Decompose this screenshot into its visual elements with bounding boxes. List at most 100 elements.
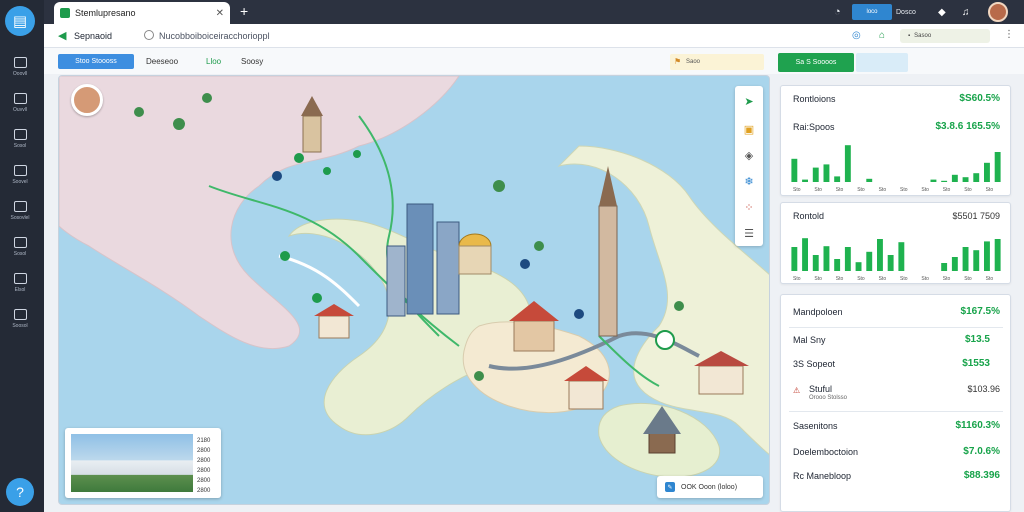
chart-bar <box>812 255 819 271</box>
chart-bar <box>834 176 841 182</box>
tab-title: Stemlupresano <box>75 8 136 18</box>
car-icon <box>13 165 27 176</box>
chart-bar <box>866 178 873 182</box>
chart-bar <box>951 174 958 182</box>
more-icon[interactable]: ⋮ <box>1004 29 1014 40</box>
card3-row-value: $103.96 <box>967 384 1000 394</box>
thumb-numbers: 2180 2800 2800 2800 2800 2800 <box>197 436 210 496</box>
diamond-icon[interactable]: ◆ <box>938 4 946 20</box>
rail-item-7[interactable]: Elsol <box>0 268 40 298</box>
grid-icon <box>13 57 27 68</box>
filter-button[interactable]: Stoo Stoooss <box>58 54 134 69</box>
chart-bar <box>984 162 990 182</box>
clock-icon[interactable]: ◔ <box>834 4 841 20</box>
address-pill[interactable]: ▪ Sasoo <box>900 29 990 43</box>
bell-icon[interactable]: ♫ <box>962 4 970 20</box>
map-legend[interactable]: ✎ OOK Ooon (loloo) <box>657 476 763 498</box>
status-pill[interactable]: loco <box>852 4 892 20</box>
card3-row-value: $167.5% <box>960 306 1000 317</box>
chart-tick-label: Sto <box>921 276 929 281</box>
place-photo <box>71 434 193 492</box>
user-avatar[interactable] <box>988 2 1008 22</box>
back-arrow-icon[interactable]: ◀ <box>58 29 66 42</box>
tower-1 <box>406 203 434 315</box>
breadcrumb-3[interactable]: Soosy <box>241 57 263 66</box>
card3-row-label: Sasenitons <box>793 421 838 431</box>
map-marker-9 <box>323 167 331 175</box>
home-icon[interactable]: ⌂ <box>879 30 885 41</box>
thumb-number: 2800 <box>197 488 211 494</box>
card1-row1-value: $S60.5% <box>959 93 1000 104</box>
address-bar: ◀ Sepnaoid Nucobboiboiceiracchorioppl ◎ … <box>44 24 1024 48</box>
map-marker-6 <box>574 309 584 319</box>
card3-row-value: $7.0.6% <box>963 446 1000 457</box>
rail-item-8[interactable]: Soosol <box>0 304 40 334</box>
building-north <box>302 115 322 153</box>
rail-item-3[interactable]: Sosol <box>0 124 40 154</box>
tree-5 <box>534 241 544 251</box>
chart-bar <box>994 239 1001 271</box>
rail-item-1[interactable]: Ooovll <box>0 52 40 82</box>
legend-icon: ✎ <box>665 482 675 492</box>
rail-item-6[interactable]: Sosol <box>0 232 40 262</box>
locate-icon[interactable]: ➤ <box>735 88 763 114</box>
card1-row1-label: Rontloions <box>793 94 836 104</box>
new-tab-icon[interactable]: + <box>240 3 248 19</box>
primary-action-button[interactable]: Sa S Soooos <box>778 53 854 72</box>
rail-item-5[interactable]: Sosovlel <box>0 196 40 226</box>
secondary-action-button[interactable] <box>856 53 908 72</box>
left-rail: ▤ Ooovll Ouvvll Sosol Soovel Sosovlel So… <box>0 0 44 512</box>
chart-tick-label: Sto <box>986 187 994 192</box>
chart-bar <box>823 246 830 271</box>
rail-item-2[interactable]: Ouvvll <box>0 88 40 118</box>
map-search-input[interactable]: ⚑ Saoo <box>670 54 764 70</box>
browser-tab[interactable]: Stemlupresano ✕ <box>54 2 230 24</box>
app-logo-icon[interactable]: ▤ <box>5 6 35 36</box>
breadcrumb-2[interactable]: Lloo <box>206 57 221 66</box>
chart-tick-label: Sto <box>814 187 822 192</box>
url-field[interactable]: Nucobboiboiceiracchorioppl <box>159 31 270 41</box>
info-icon[interactable] <box>144 30 154 40</box>
chart-bar <box>887 255 894 271</box>
chart-bar <box>962 177 969 182</box>
building-red-2 <box>568 380 604 410</box>
route-icon <box>13 237 27 248</box>
menu-icon[interactable]: ☰ <box>735 220 763 246</box>
building-red-1 <box>513 320 555 352</box>
tower-3 <box>386 245 406 317</box>
place-thumbnail-card[interactable]: 2180 2800 2800 2800 2800 2800 <box>65 428 221 498</box>
pin-icon[interactable]: ⁘ <box>735 194 763 220</box>
stats-card-3: Mandpoloen $167.5% Mal Sny $13.5 3S Sope… <box>780 294 1011 512</box>
chart-tick-label: Sto <box>793 276 801 281</box>
book-icon <box>13 129 27 140</box>
stats-card-1: Rontloions $S60.5% Rai:Spoos $3.8.6 165.… <box>780 85 1011 196</box>
rail-item-4[interactable]: Soovel <box>0 160 40 190</box>
map-controls: ➤ ▣ ◈ ❄ ⁘ ☰ <box>735 86 763 246</box>
car-icon[interactable]: ◈ <box>735 142 763 168</box>
chart-bar <box>973 250 980 271</box>
card3-row-label: 3S Sopeot <box>793 359 836 369</box>
map-user-avatar[interactable] <box>71 84 103 116</box>
card1-row2-label: Rai:Spoos <box>793 122 835 132</box>
tree-4 <box>493 180 505 192</box>
help-icon[interactable]: ? <box>6 478 34 506</box>
thumb-number: 2800 <box>197 458 211 464</box>
chart-bar <box>941 180 948 182</box>
card2-row1-label: Rontold <box>793 211 825 221</box>
card3-row-label: Mandpoloen <box>793 307 843 317</box>
divider <box>789 327 1003 328</box>
chart-tick-label: Sto <box>814 276 822 281</box>
layers-icon[interactable]: ▣ <box>735 116 763 142</box>
roof-red-3 <box>314 304 354 316</box>
map-view[interactable]: ➤ ▣ ◈ ❄ ⁘ ☰ 2180 2800 2800 2800 2800 280… <box>58 75 770 505</box>
close-icon[interactable]: ✕ <box>216 8 224 19</box>
tree-1 <box>173 118 185 130</box>
chart-bar <box>812 167 819 182</box>
chart-bar <box>791 158 798 182</box>
shield-icon[interactable]: ◎ <box>852 30 861 41</box>
route-icon[interactable]: ❄ <box>735 168 763 194</box>
card3-sub-label: Orooo Stolsso <box>809 395 848 401</box>
divider <box>789 411 1003 412</box>
breadcrumb-1[interactable]: Deeseoo <box>146 57 178 66</box>
site-name: Sepnaoid <box>74 31 113 41</box>
